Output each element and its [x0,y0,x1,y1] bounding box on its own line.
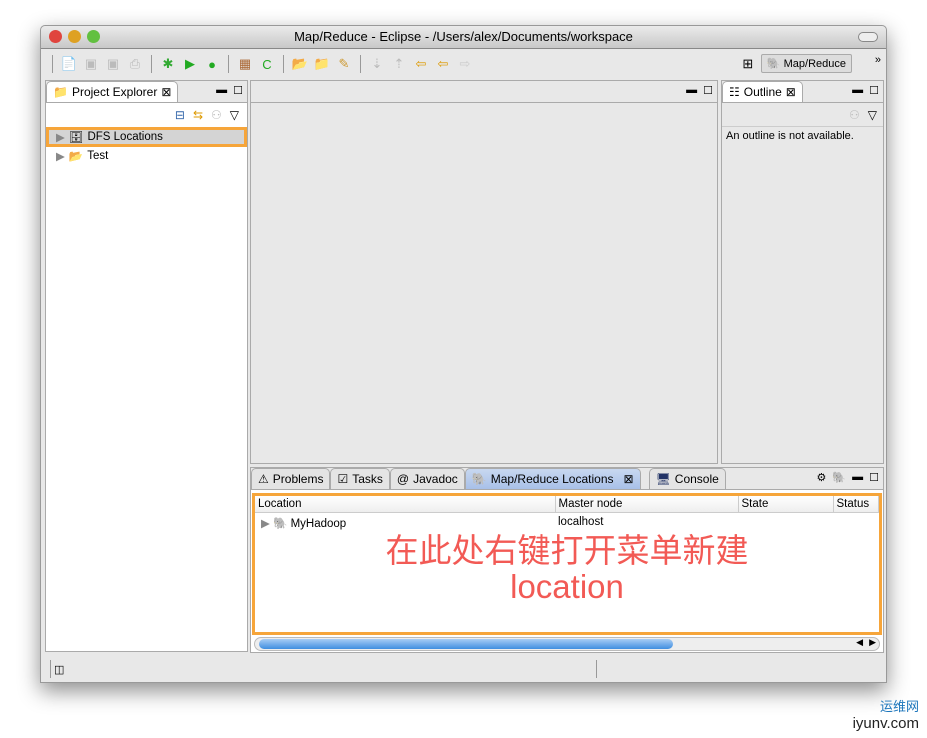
editor-area: ▬ ☐ [250,80,718,464]
project-explorer-panel: 📁 Project Explorer ⊠ ▬ ☐ ⊟ ⇆ ⚇ ▽ ▶ 🗄 DFS Lo… [45,80,248,652]
tab-label: Javadoc [413,472,458,486]
problems-icon: ⚠ [258,472,269,486]
javadoc-icon: @ [396,472,410,486]
debug-icon[interactable]: ✱ [159,55,177,73]
close-icon[interactable]: ⊠ [624,472,634,486]
run-external-icon[interactable]: ● [203,55,221,73]
column-master-node[interactable]: Master node [555,496,739,513]
maximize-icon[interactable]: ☐ [869,84,879,97]
tab-label: Console [674,472,719,486]
close-window-button[interactable] [49,30,62,43]
tab-problems[interactable]: ⚠ Problems [251,468,331,489]
run-icon[interactable]: ▶ [181,55,199,73]
minimize-window-button[interactable] [68,30,81,43]
window-title: Map/Reduce - Eclipse - /Users/alex/Docum… [294,29,633,44]
annotation-line-1: 在此处右键打开菜单新建 [385,532,749,569]
link-editor-icon[interactable]: ⇆ [193,108,203,122]
tree-item-test[interactable]: ▶ 📂 Test [46,147,247,164]
tab-label: Project Explorer [71,85,158,99]
elephant-icon: 🐘 [471,472,487,486]
scroll-right-icon[interactable]: ▶ [869,637,876,648]
save-all-icon[interactable]: ▣ [104,55,122,73]
zoom-window-button[interactable] [87,30,100,43]
search-icon[interactable]: ✎ [335,55,353,73]
minimize-icon[interactable]: ▬ [852,84,863,97]
maximize-icon[interactable]: ☐ [703,84,713,97]
tab-project-explorer[interactable]: 📁 Project Explorer ⊠ [46,81,179,102]
view-menu-icon[interactable]: ▽ [868,108,877,122]
tree-item-label: Test [87,149,109,162]
close-icon[interactable]: ⊠ [161,85,171,99]
scroll-left-icon[interactable]: ◀ [856,637,863,648]
filter-icon[interactable]: ⚇ [211,108,222,122]
horizontal-scrollbar[interactable]: ◀ ▶ [254,637,880,651]
console-icon: 🖥 [655,472,671,486]
tab-console[interactable]: 🖥 Console [648,468,726,489]
watermark-en: iyunv.com [852,715,919,732]
column-state[interactable]: State [738,496,834,513]
tree-item-dfs-locations[interactable]: ▶ 🗄 DFS Locations [46,127,247,147]
status-bar: ◫ [41,656,886,682]
edit-location-icon[interactable]: ⚙ [817,471,827,484]
tree-item-label: DFS Locations [87,131,163,143]
open-folder-icon[interactable]: 📁 [313,55,331,73]
column-location[interactable]: Location [255,496,556,513]
expand-arrow-icon[interactable]: ▶ [56,130,65,144]
maximize-icon[interactable]: ☐ [233,84,243,97]
outline-panel: ☷ Outline ⊠ ▬ ☐ ⚇ ▽ An outline is not avail… [721,80,884,464]
more-perspectives[interactable]: » [875,54,881,66]
minimize-icon[interactable]: ▬ [216,84,227,97]
save-icon[interactable]: ▣ [82,55,100,73]
dfs-icon: 🗄 [68,132,84,144]
new-icon[interactable]: 📄 [60,55,78,73]
close-icon[interactable]: ⊠ [786,85,796,99]
tab-label: Problems [272,472,324,486]
scrollbar-thumb[interactable] [259,639,673,649]
fast-view-icon[interactable]: ◫ [54,663,64,676]
forward-icon[interactable]: ⇨ [456,55,474,73]
tasks-icon: ☑ [337,472,349,486]
minimize-icon[interactable]: ▬ [852,471,863,484]
new-package-icon[interactable]: ▦ [236,55,254,73]
tab-javadoc[interactable]: @ Javadoc [389,468,465,489]
back-icon[interactable]: ⇦ [434,55,452,73]
print-icon[interactable]: ⎙ [126,55,144,73]
outline-icon: ☷ [729,85,740,99]
last-edit-icon[interactable]: ⇦ [412,55,430,73]
open-type-icon[interactable]: 📂 [291,55,309,73]
main-toolbar: 📄 ▣ ▣ ⎙ ✱ ▶ ● ▦ C 📂 📁 ✎ ⇣ ⇡ ⇦ ⇦ ⇨ ⊞ 🐘 Ma… [41,50,886,78]
expand-arrow-icon[interactable]: ▶ [56,149,65,163]
tab-label: Outline [743,85,782,99]
eclipse-window: Map/Reduce - Eclipse - /Users/alex/Docum… [40,25,887,683]
new-class-icon[interactable]: C [258,55,276,73]
bottom-panel: ⚠ Problems ☑ Tasks @ Javadoc 🐘 Map/Reduce Lo… [250,467,884,653]
project-folder-icon: 📂 [68,150,84,163]
filter-icon[interactable]: ⚇ [849,108,860,122]
perspective-mapreduce-button[interactable]: 🐘 Map/Reduce [760,54,852,73]
folder-icon: 📁 [53,85,68,99]
perspective-label: Map/Reduce [783,58,846,70]
watermark: 运维网 iyunv.com [853,696,919,732]
maximize-icon[interactable]: ☐ [869,471,879,484]
tab-outline[interactable]: ☷ Outline ⊠ [722,81,803,102]
watermark-cn: 运维网 [879,699,919,714]
view-menu-icon[interactable]: ▽ [230,108,239,122]
locations-table-area[interactable]: Location Master node State Status ▶ 🐘 My… [252,493,882,635]
annotation-line-2: location [510,568,624,605]
column-status[interactable]: Status [833,496,879,513]
toolbar-toggle-button[interactable] [858,32,878,42]
outline-message: An outline is not available. [726,130,854,142]
minimize-icon[interactable]: ▬ [686,84,697,97]
new-location-icon[interactable]: 🐘 [832,471,846,484]
prev-annotation-icon[interactable]: ⇡ [390,55,408,73]
open-perspective-icon[interactable]: ⊞ [739,55,757,73]
title-bar: Map/Reduce - Eclipse - /Users/alex/Docum… [41,26,886,49]
tab-label: Tasks [352,472,383,486]
collapse-all-icon[interactable]: ⊟ [175,108,185,122]
next-annotation-icon[interactable]: ⇣ [368,55,386,73]
tab-tasks[interactable]: ☑ Tasks [330,468,390,489]
tab-mapreduce-locations[interactable]: 🐘 Map/Reduce Locations ⊠ [464,468,641,489]
tab-label: Map/Reduce Locations [490,472,614,486]
